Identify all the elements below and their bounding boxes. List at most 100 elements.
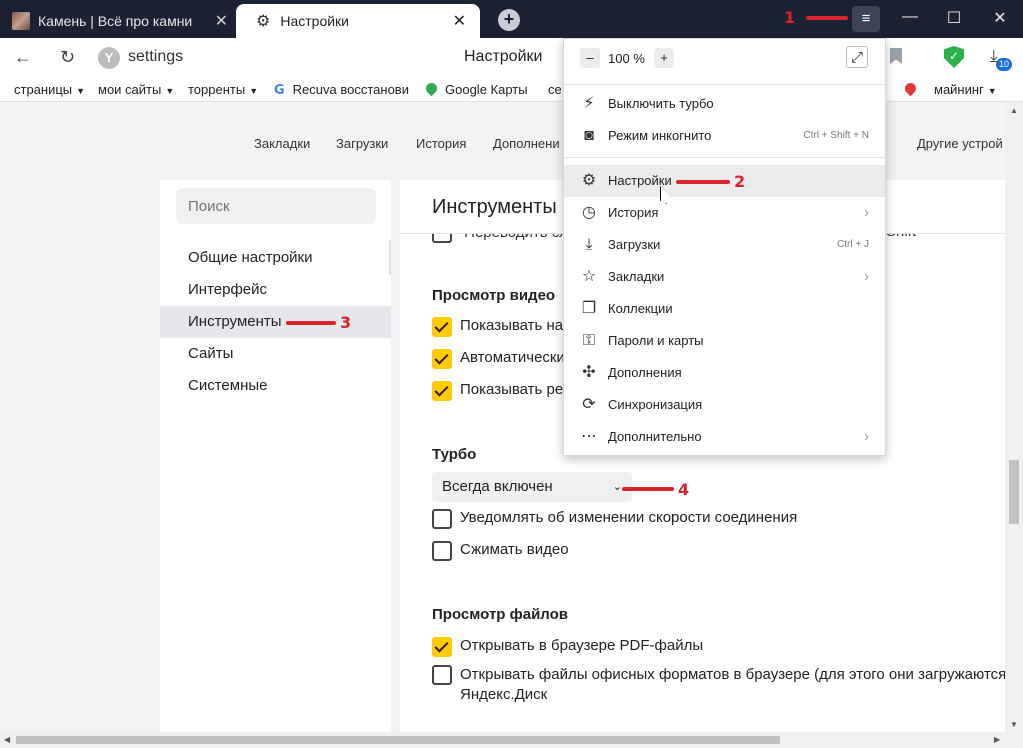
bookmark-label: страницы — [14, 82, 73, 97]
horizontal-scrollbar[interactable]: ◀ ▶ — [0, 732, 1023, 748]
bookmark-link[interactable]: се — [548, 82, 562, 97]
menu-item-collections[interactable]: ❐ Коллекции — [564, 293, 885, 325]
browser-main-menu: – 100 % + ⤢ ⚡ Выключить турбо ◙ Режим ин… — [563, 38, 886, 456]
zoom-out-button[interactable]: – — [580, 48, 600, 68]
vertical-scroll-thumb[interactable] — [1009, 460, 1019, 524]
star-icon: ☆ — [581, 268, 597, 285]
chevron-down-icon: ▼ — [76, 86, 86, 96]
scroll-left-icon[interactable]: ◀ — [4, 735, 10, 744]
menu-shortcut: Ctrl + J — [837, 239, 869, 250]
tab-kamen[interactable]: Камень | Всё про камни ✕ — [0, 4, 240, 38]
sidebar-item-sites[interactable]: Сайты — [160, 338, 391, 370]
menu-item-label: Синхронизация — [608, 397, 703, 412]
bookmark-label: мои сайты — [98, 82, 162, 97]
files-option-row[interactable]: Открывать в браузере PDF-файлы — [432, 637, 703, 657]
new-tab-button[interactable]: + — [498, 9, 520, 31]
turbo-option-row[interactable]: Сжимать видео — [432, 541, 569, 561]
menu-item-addons[interactable]: ✣ Дополнения — [564, 357, 885, 389]
scroll-right-icon[interactable]: ▶ — [994, 735, 1000, 744]
yandex-site-icon[interactable]: Y — [98, 47, 120, 69]
checkbox[interactable] — [432, 509, 452, 529]
nav-other-devices[interactable]: Другие устрой — [917, 136, 1003, 151]
menu-item-incognito[interactable]: ◙ Режим инкогнито Ctrl + Shift + N — [564, 120, 885, 152]
back-arrow-icon[interactable]: ← — [14, 47, 32, 68]
chevron-right-icon: › — [864, 204, 869, 221]
page-title: Настройки — [464, 48, 543, 65]
bookmark-link[interactable]: Google Карты — [423, 80, 528, 97]
bookmark-folder[interactable]: страницы ▼ — [14, 82, 85, 97]
browser-menu-button[interactable]: ≡ — [852, 6, 880, 32]
bookmark-folder[interactable]: торренты ▼ — [188, 82, 258, 97]
checkbox[interactable] — [432, 541, 452, 561]
sidebar-item-interface[interactable]: Интерфейс — [160, 274, 391, 306]
protect-shield-icon[interactable]: ✓ — [944, 46, 964, 68]
checkbox[interactable] — [432, 637, 452, 657]
scroll-up-icon[interactable]: ▲ — [1010, 106, 1018, 115]
video-option-row[interactable]: Показывать на — [432, 317, 563, 337]
menu-item-label: Пароли и карты — [608, 333, 704, 348]
menu-item-label: Дополнительно — [608, 429, 702, 444]
menu-item-label: Коллекции — [608, 301, 673, 316]
files-option-row[interactable]: Открывать файлы офисных форматов в брауз… — [432, 665, 1005, 705]
scroll-down-icon[interactable]: ▼ — [1010, 720, 1018, 729]
menu-item-bookmarks[interactable]: ☆ Закладки › — [564, 261, 885, 293]
option-label: Открывать файлы офисных форматов в брауз… — [460, 665, 1005, 705]
annotation-line — [676, 180, 730, 184]
zoom-controls: – 100 % + ⤢ — [564, 39, 885, 81]
menu-divider — [564, 84, 885, 85]
nav-addons[interactable]: Дополнени — [493, 136, 560, 151]
more-icon: ⋯ — [581, 428, 597, 445]
annotation-line — [622, 487, 674, 491]
menu-item-downloads[interactable]: ⤓ Загрузки Ctrl + J — [564, 229, 885, 261]
close-tab-icon[interactable]: ✕ — [453, 11, 466, 31]
menu-item-turbo-off[interactable]: ⚡ Выключить турбо — [564, 88, 885, 120]
bookmark-icon[interactable] — [890, 48, 902, 64]
turbo-mode-select[interactable]: Всегда включен ⌄ — [432, 472, 632, 502]
checkbox[interactable] — [432, 349, 452, 369]
video-option-row[interactable]: Автоматически — [432, 349, 565, 369]
fullscreen-icon[interactable]: ⤢ — [846, 46, 868, 68]
vertical-scrollbar[interactable]: ▲ ▼ — [1005, 102, 1023, 732]
option-label: Открывать в браузере PDF-файлы — [460, 637, 704, 654]
sidebar-item-system[interactable]: Системные — [160, 370, 391, 402]
nav-downloads[interactable]: Загрузки — [336, 136, 388, 151]
settings-search-input[interactable] — [176, 188, 376, 224]
nav-history[interactable]: История — [416, 136, 466, 151]
nav-bookmarks[interactable]: Закладки — [254, 136, 310, 151]
bookmark-folder[interactable]: майнинг ▼ — [902, 80, 997, 97]
option-label-line2: Яндекс.Диск — [460, 686, 548, 703]
video-option-row[interactable]: Показывать ре — [432, 381, 563, 401]
checkbox[interactable] — [432, 381, 452, 401]
option-label: Сжимать видео — [460, 541, 569, 558]
checkbox[interactable] — [432, 665, 452, 685]
bookmark-link[interactable]: G Recuva восстанови — [274, 82, 410, 98]
download-count-badge: 10 — [996, 58, 1012, 71]
url-field[interactable]: settings — [128, 48, 183, 66]
maximize-button[interactable]: ☐ — [942, 8, 966, 28]
close-window-button[interactable]: ✕ — [988, 8, 1012, 28]
reload-icon[interactable]: ↻ — [60, 47, 75, 68]
bookmark-folder[interactable]: мои сайты ▼ — [98, 82, 174, 97]
turbo-section-title: Турбо — [432, 446, 477, 463]
menu-item-label: Режим инкогнито — [608, 128, 712, 143]
minimize-button[interactable]: — — [898, 8, 922, 26]
select-value: Всегда включен — [442, 478, 553, 495]
zoom-in-button[interactable]: + — [654, 48, 674, 68]
tab-settings[interactable]: ⚙ Настройки ✕ — [236, 4, 480, 38]
sidebar-item-tools[interactable]: Инструменты — [160, 306, 391, 338]
menu-item-passwords[interactable]: ⚿ Пароли и карты — [564, 325, 885, 357]
menu-item-sync[interactable]: ⟳ Синхронизация — [564, 389, 885, 421]
menu-item-more[interactable]: ⋯ Дополнительно › — [564, 421, 885, 453]
chevron-down-icon: ⌄ — [612, 481, 622, 493]
sidebar-scrollbar[interactable] — [389, 240, 391, 275]
option-label-line1: Открывать файлы офисных форматов в брауз… — [460, 666, 1005, 683]
chevron-right-icon: › — [864, 428, 869, 445]
checkbox[interactable] — [432, 317, 452, 337]
bookmark-label: Recuva восстанови — [292, 82, 409, 97]
turbo-option-row[interactable]: Уведомлять об изменении скорости соедине… — [432, 509, 797, 529]
close-tab-icon[interactable]: ✕ — [215, 11, 228, 31]
settings-sidebar: Общие настройки Интерфейс Инструменты Са… — [160, 180, 391, 732]
sidebar-item-general[interactable]: Общие настройки — [160, 242, 391, 274]
menu-item-history[interactable]: ◷ История › — [564, 197, 885, 229]
horizontal-scroll-thumb[interactable] — [16, 736, 780, 744]
